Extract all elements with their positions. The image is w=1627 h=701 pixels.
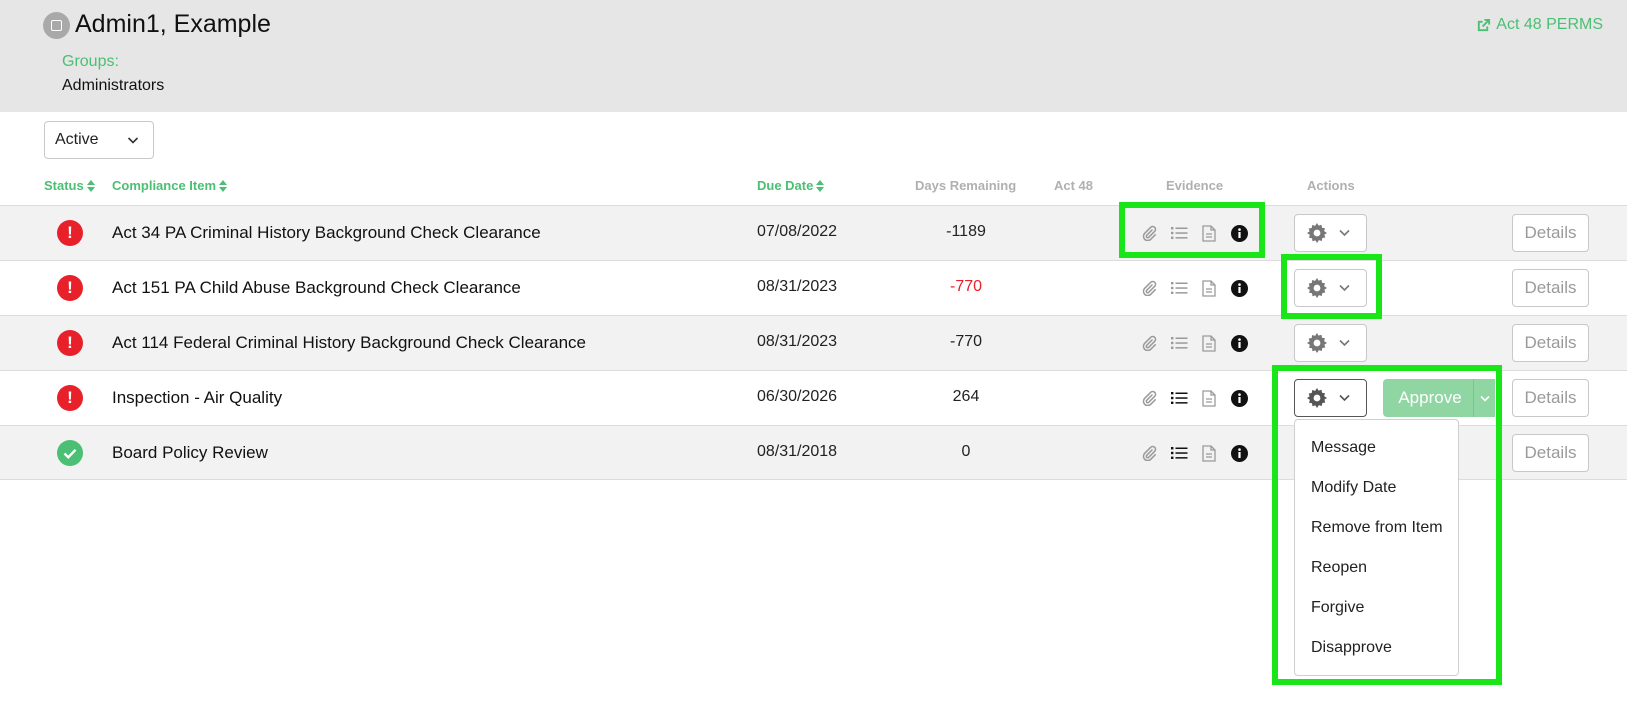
- document-icon[interactable]: [1200, 444, 1218, 462]
- row-actions-gear-button[interactable]: [1294, 379, 1367, 417]
- menu-item-remove-from-item[interactable]: Remove from Item: [1295, 508, 1458, 548]
- days-remaining: -1189: [946, 223, 986, 240]
- table-row: ! Act 34 PA Criminal History Background …: [0, 205, 1627, 260]
- paperclip-icon[interactable]: [1140, 444, 1158, 462]
- days-remaining: -770: [949, 278, 983, 295]
- details-button[interactable]: Details: [1512, 434, 1589, 472]
- due-date: 08/31/2023: [757, 333, 838, 350]
- details-button[interactable]: Details: [1512, 324, 1589, 362]
- menu-item-forgive[interactable]: Forgive: [1295, 588, 1458, 628]
- info-icon[interactable]: [1230, 279, 1248, 297]
- col-item-header[interactable]: Compliance Item: [112, 178, 228, 193]
- col-status-label: Status: [44, 178, 84, 193]
- sort-icon: [86, 179, 95, 192]
- info-icon[interactable]: [1230, 389, 1248, 407]
- act48-perms-label: Act 48 PERMS: [1496, 16, 1603, 33]
- table-row: ! Inspection - Air Quality 06/30/2026 26…: [0, 370, 1627, 425]
- external-link-icon: [1478, 18, 1491, 31]
- col-due-label: Due Date: [757, 178, 814, 193]
- compliance-item-name: Board Policy Review: [112, 443, 268, 462]
- row-actions-gear-button[interactable]: [1294, 269, 1367, 307]
- user-header: Admin1, Example Act 48 PERMS Groups: Adm…: [0, 0, 1627, 112]
- chevron-down-icon: [127, 137, 139, 144]
- details-button[interactable]: Details: [1512, 214, 1589, 252]
- paperclip-icon[interactable]: [1140, 279, 1158, 297]
- due-date: 06/30/2026: [757, 388, 838, 405]
- sort-icon: [816, 179, 825, 192]
- col-item-label: Compliance Item: [112, 178, 217, 193]
- list-icon[interactable]: [1170, 334, 1188, 352]
- list-icon[interactable]: [1170, 224, 1188, 242]
- error-status-icon: !: [57, 275, 83, 301]
- compliance-item-name: Act 151 PA Child Abuse Background Check …: [112, 278, 521, 297]
- error-status-icon: !: [57, 385, 83, 411]
- menu-item-message[interactable]: Message: [1295, 428, 1458, 468]
- col-due-header[interactable]: Due Date: [757, 178, 825, 193]
- document-icon[interactable]: [1200, 279, 1218, 297]
- paperclip-icon[interactable]: [1140, 334, 1158, 352]
- days-remaining: 0: [961, 443, 971, 460]
- col-actions-header: Actions: [1307, 178, 1355, 193]
- due-date: 08/31/2018: [757, 443, 838, 460]
- status-filter-select[interactable]: Active: [44, 121, 154, 159]
- due-date: 08/31/2023: [757, 278, 838, 295]
- col-status-header[interactable]: Status: [44, 178, 95, 193]
- document-icon[interactable]: [1200, 334, 1218, 352]
- col-evidence-header: Evidence: [1166, 178, 1224, 193]
- error-status-icon: !: [57, 220, 83, 246]
- days-remaining: -770: [949, 333, 983, 350]
- error-status-icon: !: [57, 330, 83, 356]
- gear-icon: [1307, 333, 1327, 353]
- info-icon[interactable]: [1230, 224, 1248, 242]
- chevron-down-icon: [1339, 339, 1350, 347]
- compliance-item-name: Act 114 Federal Criminal History Backgro…: [112, 333, 586, 352]
- chevron-down-icon: [1479, 395, 1490, 402]
- due-date: 07/08/2022: [757, 223, 838, 240]
- paperclip-icon[interactable]: [1140, 389, 1158, 407]
- compliance-item-name: Inspection - Air Quality: [112, 388, 283, 407]
- groups-value: Administrators: [62, 77, 165, 94]
- menu-item-disapprove[interactable]: Disapprove: [1295, 628, 1458, 668]
- checkmark-status-icon: [57, 440, 83, 466]
- gear-icon: [1307, 278, 1327, 298]
- row-actions-gear-button[interactable]: [1294, 324, 1367, 362]
- sort-icon: [219, 179, 228, 192]
- list-icon[interactable]: [1170, 279, 1188, 297]
- list-icon[interactable]: [1170, 444, 1188, 462]
- col-days-header: Days Remaining: [915, 178, 1017, 193]
- info-icon[interactable]: [1230, 334, 1248, 352]
- gear-icon: [1307, 223, 1327, 243]
- approve-dropdown-toggle[interactable]: [1473, 379, 1495, 417]
- gear-icon: [1307, 388, 1327, 408]
- table-row: ! Act 151 PA Child Abuse Background Chec…: [0, 260, 1627, 315]
- table-row: ! Act 114 Federal Criminal History Backg…: [0, 315, 1627, 370]
- document-icon[interactable]: [1200, 389, 1218, 407]
- user-name: Admin1, Example: [75, 10, 271, 38]
- chevron-down-icon: [1339, 284, 1350, 292]
- details-button[interactable]: Details: [1512, 379, 1589, 417]
- paperclip-icon[interactable]: [1140, 224, 1158, 242]
- col-act48-header: Act 48: [1054, 178, 1094, 193]
- details-button[interactable]: Details: [1512, 269, 1589, 307]
- chevron-down-icon: [1339, 229, 1350, 237]
- document-icon[interactable]: [1200, 224, 1218, 242]
- list-icon[interactable]: [1170, 389, 1188, 407]
- status-filter-value: Active: [55, 131, 99, 148]
- act48-perms-link[interactable]: Act 48 PERMS: [1476, 16, 1603, 34]
- menu-item-modify-date[interactable]: Modify Date: [1295, 468, 1458, 508]
- groups-label: Groups:: [62, 53, 119, 70]
- actions-dropdown-menu: Message Modify Date Remove from Item Reo…: [1294, 419, 1459, 676]
- days-remaining: 264: [952, 388, 980, 405]
- compliance-item-name: Act 34 PA Criminal History Background Ch…: [112, 223, 541, 242]
- row-actions-gear-button[interactable]: [1294, 214, 1367, 252]
- collapse-toggle-icon[interactable]: [43, 12, 70, 39]
- chevron-down-icon: [1339, 394, 1350, 402]
- menu-item-reopen[interactable]: Reopen: [1295, 548, 1458, 588]
- info-icon[interactable]: [1230, 444, 1248, 462]
